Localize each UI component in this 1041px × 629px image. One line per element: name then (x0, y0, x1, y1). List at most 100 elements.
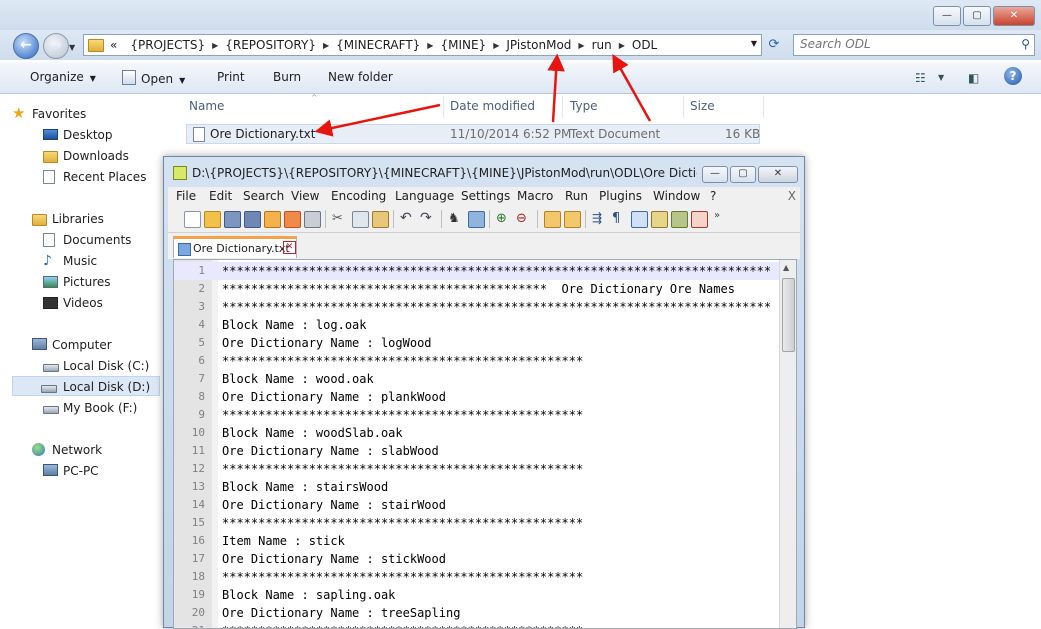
maximize-button[interactable]: ▢ (963, 6, 991, 26)
nav-music[interactable]: ♪Music (63, 251, 97, 271)
column-header-date-modified[interactable]: Date modified (450, 94, 535, 119)
editor-line[interactable]: 7Block Name : wood.oak (174, 370, 784, 388)
explorer-titlebar[interactable]: — ▢ ✕ (0, 0, 1041, 30)
menu-plugins[interactable]: Plugins (599, 189, 642, 203)
nav-libraries[interactable]: Libraries (52, 209, 104, 229)
menu-settings[interactable]: Settings (461, 189, 510, 203)
editor-line[interactable]: 17Ore Dictionary Name : stickWood (174, 550, 784, 568)
editor-line[interactable]: 3***************************************… (174, 298, 784, 316)
editor-line[interactable]: 15**************************************… (174, 514, 784, 532)
editor-line[interactable]: 8Ore Dictionary Name : plankWood (174, 388, 784, 406)
menu-window[interactable]: Window (653, 189, 700, 203)
editor-line[interactable]: 1***************************************… (174, 262, 784, 280)
nav-pictures[interactable]: Pictures (63, 272, 111, 292)
breadcrumb-overflow[interactable]: « (110, 38, 117, 52)
scroll-up-icon[interactable]: ▲ (783, 263, 789, 272)
breadcrumb-chevron-icon[interactable]: ▶ (619, 41, 625, 50)
show-all-characters-icon[interactable]: ¶ (612, 211, 627, 226)
editor-line[interactable]: 5Ore Dictionary Name : logWood (174, 334, 784, 352)
editor-line[interactable]: 14Ore Dictionary Name : stairWood (174, 496, 784, 514)
breadcrumb-chevron-icon[interactable]: ▶ (427, 41, 433, 50)
breadcrumb-item[interactable]: {REPOSITORY} (225, 38, 316, 52)
nav-desktop[interactable]: Desktop (63, 125, 113, 145)
zoom-in-icon[interactable]: ⊕ (496, 211, 511, 226)
word-wrap-icon[interactable]: ⇶ (592, 211, 607, 226)
editor-line[interactable]: 4Block Name : log.oak (174, 316, 784, 334)
breadcrumb-item[interactable]: {MINE} (440, 38, 486, 52)
menu-edit[interactable]: Edit (209, 189, 232, 203)
column-header-type[interactable]: Type (570, 94, 598, 119)
column-divider[interactable] (562, 96, 563, 118)
column-divider[interactable] (763, 96, 764, 118)
tab-close-icon[interactable]: ✕ (283, 241, 296, 254)
notepad-maximize-button[interactable]: ▢ (730, 166, 756, 183)
toolbar-overflow-icon[interactable]: » (714, 211, 729, 226)
zoom-out-icon[interactable]: ⊖ (516, 211, 531, 226)
menu-close-document[interactable]: X (788, 189, 796, 203)
editor-line[interactable]: 18**************************************… (174, 568, 784, 586)
notepad-close-button[interactable]: ✕ (758, 166, 798, 183)
paste-icon[interactable] (372, 211, 389, 228)
text-editor[interactable]: 1***************************************… (173, 259, 797, 629)
open-button[interactable]: Open▼ (122, 70, 185, 86)
notepad-minimize-button[interactable]: — (702, 166, 728, 183)
editor-line[interactable]: 20Ore Dictionary Name : treeSapling (174, 604, 784, 622)
change-view-icon[interactable]: ☷ (915, 71, 926, 85)
file-row[interactable]: Ore Dictionary.txt 11/10/2014 6:52 PM Te… (186, 124, 760, 144)
sync-horizontal-icon[interactable] (564, 211, 581, 228)
forward-button[interactable]: → (43, 33, 69, 59)
breadcrumb-chevron-icon[interactable]: ▶ (212, 41, 218, 50)
back-button[interactable]: ← (13, 33, 39, 59)
user-language-icon[interactable] (651, 211, 668, 228)
editor-line[interactable]: 2***************************************… (174, 280, 784, 298)
editor-line[interactable]: 13Block Name : stairsWood (174, 478, 784, 496)
menu-run[interactable]: Run (565, 189, 588, 203)
address-bar[interactable]: « {PROJECTS} ▶ {REPOSITORY} ▶ {MINECRAFT} ▶… (83, 34, 762, 56)
editor-line[interactable]: 6***************************************… (174, 352, 784, 370)
vertical-scrollbar[interactable]: ▲ (779, 260, 796, 629)
nav-videos[interactable]: Videos (63, 293, 103, 313)
menu-view[interactable]: View (291, 189, 319, 203)
new-file-icon[interactable] (184, 211, 201, 228)
nav-pc-pc[interactable]: PC-PC (63, 461, 99, 481)
print-button[interactable]: Print (217, 70, 245, 84)
copy-icon[interactable] (352, 211, 369, 228)
breadcrumb-chevron-icon[interactable]: ▶ (493, 41, 499, 50)
column-header-size[interactable]: Size (690, 94, 715, 119)
menu-help[interactable]: ? (710, 189, 716, 203)
breadcrumb-item-odl[interactable]: ODL (632, 38, 657, 52)
breadcrumb-item-run[interactable]: run (592, 38, 612, 52)
breadcrumb-item[interactable]: {MINECRAFT} (336, 38, 420, 52)
breadcrumb-chevron-icon[interactable]: ▶ (323, 41, 329, 50)
menu-file[interactable]: File (176, 189, 196, 203)
editor-line[interactable]: 16Item Name : stick (174, 532, 784, 550)
editor-line[interactable]: 12**************************************… (174, 460, 784, 478)
document-map-icon[interactable] (671, 211, 688, 228)
column-divider[interactable] (683, 96, 684, 118)
tab-ore-dictionary[interactable]: Ore Dictionary.txt ✕ (173, 236, 297, 258)
open-file-icon[interactable] (204, 211, 221, 228)
help-icon[interactable]: ? (1004, 67, 1022, 85)
close-file-icon[interactable] (264, 211, 281, 228)
minimize-button[interactable]: — (933, 6, 961, 26)
breadcrumb-item[interactable]: {PROJECTS} (130, 38, 205, 52)
cut-icon[interactable]: ✂ (332, 211, 347, 226)
address-dropdown-icon[interactable]: ▼ (751, 39, 757, 48)
print-icon[interactable] (304, 211, 321, 228)
new-folder-button[interactable]: New folder (328, 70, 393, 84)
breadcrumb-item[interactable]: JPistonMod (506, 38, 571, 52)
editor-line[interactable]: 9***************************************… (174, 406, 784, 424)
editor-line[interactable]: 19Block Name : sapling.oak (174, 586, 784, 604)
nav-recent-places[interactable]: Recent Places (63, 167, 146, 187)
replace-icon[interactable] (468, 211, 485, 228)
indent-guide-icon[interactable] (631, 211, 648, 228)
function-list-icon[interactable] (691, 211, 708, 228)
nav-computer[interactable]: Computer (52, 335, 112, 355)
menu-search[interactable]: Search (243, 189, 284, 203)
find-icon[interactable]: ♞ (448, 211, 463, 226)
nav-downloads[interactable]: Downloads (63, 146, 129, 166)
nav-favorites[interactable]: ★Favorites (32, 104, 86, 124)
scroll-thumb[interactable] (782, 278, 795, 352)
nav-my-book[interactable]: My Book (F:) (63, 398, 137, 418)
organize-button[interactable]: Organize▼ (30, 70, 96, 84)
